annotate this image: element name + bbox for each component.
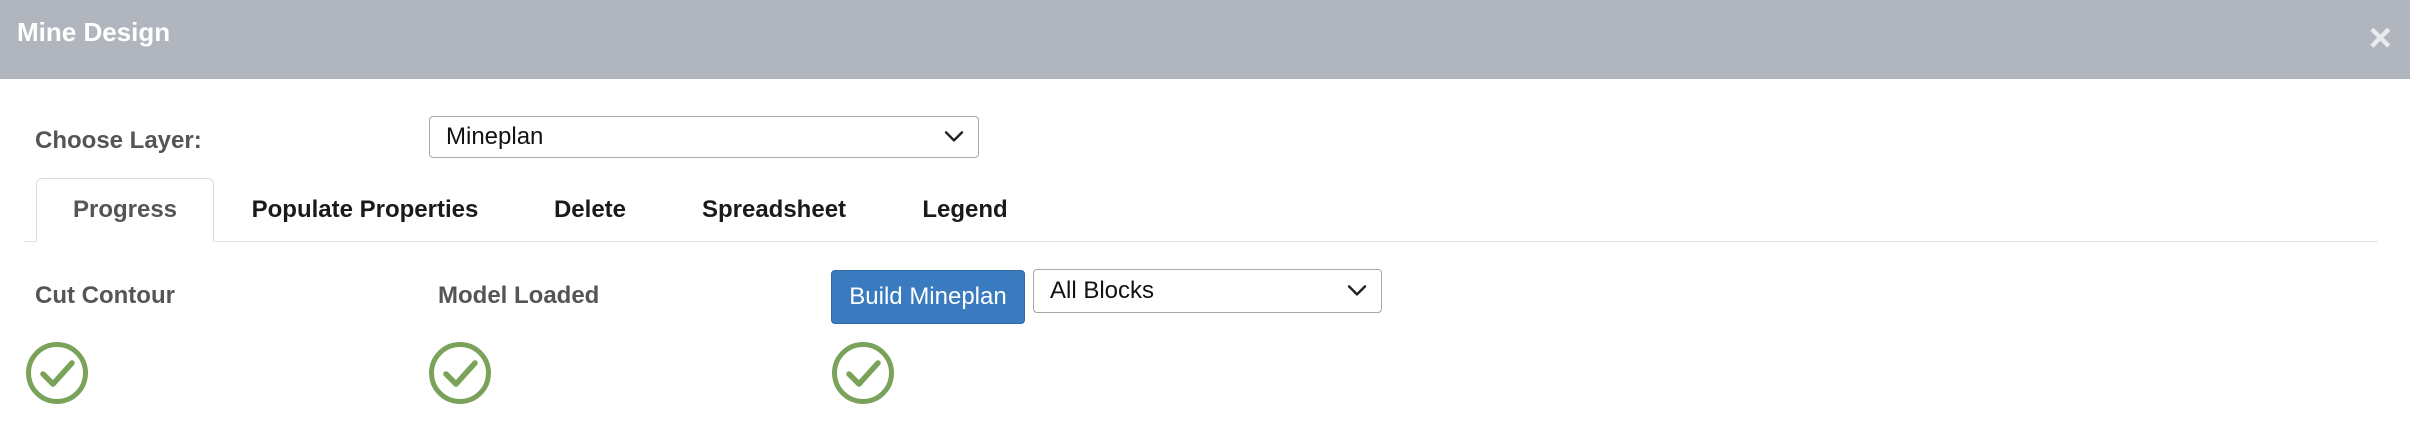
step-label-cut-contour: Cut Contour — [35, 282, 175, 309]
chevron-down-icon — [1347, 285, 1367, 296]
blocks-select-value: All Blocks — [1050, 277, 1155, 304]
check-circle-icon — [832, 342, 894, 404]
dialog-header: Mine Design × — [0, 0, 2410, 79]
check-circle-icon — [429, 342, 491, 404]
tab-populate-properties[interactable]: Populate Properties — [232, 178, 498, 242]
layer-select[interactable]: Mineplan — [429, 116, 979, 158]
tab-spreadsheet[interactable]: Spreadsheet — [692, 178, 856, 242]
tab-legend[interactable]: Legend — [908, 178, 1022, 242]
dialog-title: Mine Design — [17, 17, 171, 47]
step-label-model-loaded: Model Loaded — [438, 282, 600, 309]
layer-select-value: Mineplan — [446, 123, 544, 150]
choose-layer-label: Choose Layer: — [35, 127, 202, 154]
tab-delete[interactable]: Delete — [540, 178, 640, 242]
tab-progress[interactable]: Progress — [36, 178, 214, 242]
check-circle-icon — [26, 342, 88, 404]
blocks-select[interactable]: All Blocks — [1033, 269, 1382, 313]
chevron-down-icon — [944, 131, 964, 142]
build-mineplan-button[interactable]: Build Mineplan — [831, 270, 1025, 324]
close-icon[interactable]: × — [2369, 18, 2392, 58]
